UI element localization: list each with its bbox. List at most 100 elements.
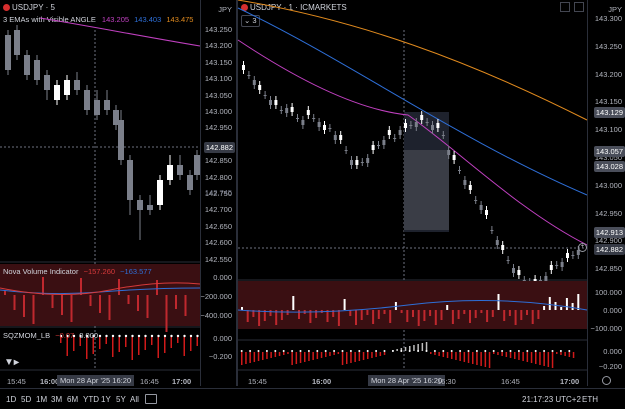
candle-body [274,100,278,105]
candle-body [54,85,60,100]
sqz-dot [425,350,428,352]
volume-bar [508,310,511,316]
sqz-bar [112,337,114,357]
last-price-label: 142.882 [203,142,235,153]
sqz-dot [551,350,554,352]
ema-line-3[interactable] [237,0,588,121]
sqz-dot [450,350,453,352]
ema-line-1[interactable] [39,17,201,47]
sqz-bar [539,352,541,365]
session-toggle[interactable]: ETH [582,395,598,404]
timeframe-button-1m[interactable]: 1M [36,395,47,404]
volume-bar [89,295,92,306]
date-range-icon[interactable] [145,394,157,404]
timeframe-button-all[interactable]: All [130,395,139,404]
sqz-bar [287,352,289,354]
sqz-bar [283,352,285,355]
sqz-dot [183,334,186,338]
candle-body [404,123,407,128]
sqz-bar [257,352,260,361]
layout-icon[interactable] [574,2,584,12]
volume-bar [355,310,357,325]
sqz-dot [509,350,512,352]
sqz-bar [467,352,470,363]
clock[interactable]: 21:17:23 UTC+2 [522,395,581,404]
candle-body [296,118,299,119]
volume-bar [446,305,449,310]
volume-bar [440,310,443,320]
timeframe-button-3m[interactable]: 3M [51,395,62,404]
sqz-dot [484,350,487,352]
bottom-toolbar: 1D 5D 1M 3M 6M YTD 1Y 5Y All 21:17:23 UTC+2 ETH [0,388,625,409]
sqz-dot [137,334,141,338]
price-tick: 142.600 [204,238,232,248]
left-price-axis[interactable]: JPY 143.250 143.200 143.150 143.100 143.050 1… [200,0,236,386]
maximize-icon[interactable] [560,2,570,12]
price-tick: 142.850 [204,156,232,166]
timeframe-button-6m[interactable]: 6M [67,395,78,404]
sqz-legend[interactable]: SQZMOM_LB −0.07 0.000 [3,332,98,340]
candle-body [414,122,418,127]
candle-body [104,100,110,110]
price-tick: 143.200 [204,41,232,51]
sqz-bar [497,352,499,355]
volume-bar [337,310,340,326]
sqz-dot [517,350,520,352]
time-label: 16:30 [437,377,456,386]
candle-body [34,60,40,80]
left-chart-panel[interactable]: USDJPY · 5 3 EMAs with Visible ANGLE 143… [0,0,235,386]
candle-body [441,135,445,136]
timeframe-button-5d[interactable]: 5D [21,395,31,404]
candle-body [447,150,451,155]
volume-bar [503,310,506,321]
volume-bar [61,295,63,315]
candle-body [157,180,163,205]
sqz-bar [320,352,323,358]
volume-bar [118,279,120,295]
right-chart-panel[interactable]: USDJPY · 1 · ICMARKETS ⌄ 3 JPY 143.300 14… [237,0,625,386]
timeframe-button-5y[interactable]: 5Y [116,395,126,404]
sqz-bar [463,352,466,362]
volume-bar [412,310,414,317]
volume-bar [175,295,177,309]
sqz-tick-0: 0.000 [603,347,622,356]
sqz-bar [170,337,172,348]
left-price-chart[interactable] [0,0,201,386]
sqz-bar [358,352,361,361]
candle-body [127,160,133,200]
sqz-bar [105,337,107,344]
right-price-chart[interactable] [237,0,588,386]
volume-bar [537,310,540,319]
vol-tick-0: 100.000 [594,288,622,297]
candle-body [263,95,267,96]
settings-gear-icon[interactable] [602,376,611,385]
candle-body [366,158,370,163]
sqz-bar [379,352,382,356]
sqz-bar [183,337,185,356]
sqz-bar [131,337,133,360]
price-tick: 143.200 [594,69,622,79]
sqz-bar [253,352,256,362]
candle-body [360,162,364,163]
range-box[interactable] [404,150,449,230]
sqz-bar [564,352,566,356]
timeframe-button-1y[interactable]: 1Y [101,395,111,404]
sqz-dot [163,334,167,338]
sqz-dot [118,334,121,338]
sqz-bar [459,352,461,361]
volume-indicator-legend[interactable]: Nova Volume Indicator −157.260 −163.577 [3,268,152,276]
candle-body [279,110,283,111]
volume-bar [360,310,363,320]
timeframe-button-ytd[interactable]: YTD [83,395,99,404]
sqz-dot [492,350,495,352]
volume-bar [491,310,494,317]
add-alert-icon[interactable]: + [578,243,587,252]
price-tick: 143.100 [204,74,232,84]
candle-body [479,205,483,210]
sqz-bar [493,352,495,354]
sqz-bar [316,352,319,359]
volume-bar [429,310,432,316]
candle-body [269,100,272,105]
right-price-axis[interactable]: JPY 143.300 143.250 143.200 143.150 143.100 1… [560,0,625,386]
timeframe-button-1d[interactable]: 1D [6,395,16,404]
